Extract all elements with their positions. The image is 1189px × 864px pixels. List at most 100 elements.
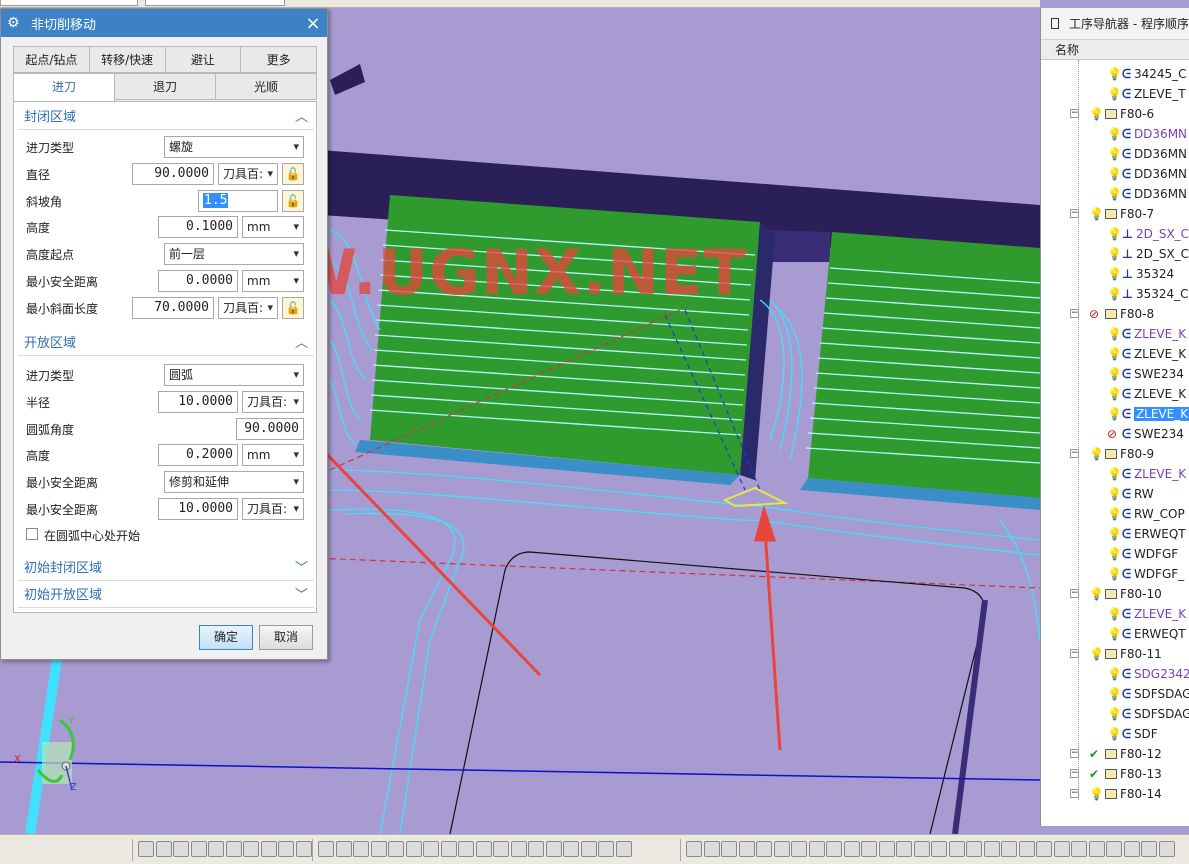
- toolbar-tool-icon[interactable]: [475, 841, 492, 857]
- closed-area-header[interactable]: 封闭区域 ︿: [18, 106, 314, 130]
- chevron-down-icon[interactable]: ﹀: [295, 557, 308, 581]
- min-ramp-length-unit-select[interactable]: 刀具百:: [218, 297, 278, 319]
- toolbar-tool-icon[interactable]: [1001, 841, 1017, 857]
- collapse-icon[interactable]: −: [1070, 749, 1079, 758]
- toolbar-tool-icon[interactable]: [738, 841, 755, 857]
- operation-node[interactable]: 💡ᕮ DD36MN: [1107, 124, 1187, 144]
- operation-node[interactable]: 💡ᕮ ZLEVE_K: [1107, 324, 1186, 344]
- gear-icon[interactable]: ⚙: [7, 15, 25, 31]
- closed-height-input[interactable]: 0.1000: [158, 216, 238, 238]
- toolbar-tool-icon[interactable]: [1088, 841, 1105, 857]
- toolbar-tool-icon[interactable]: [458, 841, 474, 857]
- toolbar-tool-icon[interactable]: [598, 841, 614, 857]
- toolbar-tool-icon[interactable]: [843, 841, 860, 857]
- initial-closed-area-header[interactable]: 初始封闭区域 ﹀: [18, 557, 314, 581]
- toolbar-tool-icon[interactable]: [318, 841, 334, 857]
- height-from-select[interactable]: 前一层: [164, 243, 304, 265]
- operation-node[interactable]: 💡ᕮ DD36MN: [1107, 164, 1187, 184]
- toolbar-tool-icon[interactable]: [615, 841, 632, 857]
- cancel-button[interactable]: 取消: [259, 625, 313, 650]
- operation-node[interactable]: 💡ᕮ ERWEQT: [1107, 624, 1186, 644]
- toolbar-tool-icon[interactable]: [208, 841, 224, 857]
- open-height-unit-select[interactable]: mm: [242, 444, 304, 466]
- operation-node[interactable]: 💡ᕮ DD36MN: [1107, 144, 1187, 164]
- operation-node[interactable]: 💡ᕮ SWE234: [1107, 364, 1184, 384]
- toolbar-tool-icon[interactable]: [388, 841, 404, 857]
- toolbar-tool-icon[interactable]: [756, 841, 772, 857]
- operation-node[interactable]: 💡ᕮ SDFSDAG: [1107, 704, 1189, 724]
- toolbar-tool-icon[interactable]: [1123, 841, 1140, 857]
- operation-node[interactable]: 💡ᕮ RW: [1107, 484, 1154, 504]
- diameter-unit-select[interactable]: 刀具百:: [218, 163, 278, 185]
- min-ramp-length-input[interactable]: 70.0000: [132, 297, 214, 319]
- open-min-clearance-mode-select[interactable]: 修剪和延伸: [164, 471, 304, 493]
- toolbar-tool-icon[interactable]: [528, 841, 544, 857]
- operation-node[interactable]: ⊘ ᕮ SWE234: [1107, 424, 1184, 444]
- tab-smoothing[interactable]: 光顺: [216, 73, 317, 100]
- operation-node[interactable]: 💡ᕮ ZLEVE_K: [1107, 404, 1189, 424]
- collapse-icon[interactable]: −: [1070, 449, 1079, 458]
- toolbar-tool-icon[interactable]: [370, 841, 387, 857]
- toolbar-tool-icon[interactable]: [1158, 841, 1175, 857]
- closed-height-unit-select[interactable]: mm: [242, 216, 304, 238]
- toolbar-tool-icon[interactable]: [948, 841, 965, 857]
- toolbar-tool-icon[interactable]: [440, 841, 457, 857]
- chevron-down-icon[interactable]: ﹀: [295, 584, 308, 608]
- operation-node[interactable]: 💡ᕮ 34245_C: [1107, 64, 1187, 84]
- toolbar-tool-icon[interactable]: [1141, 841, 1157, 857]
- toolbar-tool-icon[interactable]: [931, 841, 947, 857]
- toolbar-tool-icon[interactable]: [580, 841, 597, 857]
- toolbar-tool-icon[interactable]: [1053, 841, 1070, 857]
- program-group-node[interactable]: − ⊘ F80-8: [1070, 304, 1154, 324]
- operation-node[interactable]: 💡ᕮ ZLEVE_T: [1107, 84, 1186, 104]
- toolbar-tool-icon[interactable]: [1018, 841, 1035, 857]
- toolbar-tool-icon[interactable]: [155, 841, 172, 857]
- collapse-icon[interactable]: −: [1070, 209, 1079, 218]
- initial-open-area-header[interactable]: 初始开放区域 ﹀: [18, 584, 314, 608]
- toolbar-tool-icon[interactable]: [173, 841, 189, 857]
- operation-node[interactable]: 💡ᕮ ZLEVE_K: [1107, 384, 1186, 404]
- chevron-up-icon[interactable]: ︿: [295, 332, 308, 356]
- collapse-icon[interactable]: −: [1070, 789, 1079, 798]
- ramp-angle-input[interactable]: 1.5: [198, 190, 278, 212]
- program-group-node[interactable]: − ✔ F80-13: [1070, 764, 1162, 784]
- operation-node[interactable]: 💡⊥ 2D_SX_C: [1107, 244, 1189, 264]
- toolbar-tool-icon[interactable]: [260, 841, 277, 857]
- operation-node[interactable]: 💡ᕮ RW_COP: [1107, 504, 1185, 524]
- toolbar-tool-icon[interactable]: [138, 841, 154, 857]
- collapse-icon[interactable]: −: [1070, 589, 1079, 598]
- toolbar-tool-icon[interactable]: [861, 841, 877, 857]
- start-at-center-checkbox[interactable]: [26, 528, 38, 540]
- toolbar-tool-icon[interactable]: [773, 841, 790, 857]
- toolbar-tool-icon[interactable]: [1071, 841, 1087, 857]
- toolbar-tool-icon[interactable]: [563, 841, 579, 857]
- lock-icon[interactable]: 🔓: [282, 163, 304, 185]
- closed-min-clearance-input[interactable]: 0.0000: [158, 270, 238, 292]
- closed-engage-type-select[interactable]: 螺旋: [164, 136, 304, 158]
- program-group-node[interactable]: − 💡 F80-14: [1070, 784, 1162, 804]
- ok-button[interactable]: 确定: [199, 625, 253, 650]
- open-area-header[interactable]: 开放区域 ︿: [18, 332, 314, 356]
- toolbar-tool-icon[interactable]: [423, 841, 439, 857]
- toolbar-combo[interactable]: [0, 0, 138, 6]
- toolbar-tool-icon[interactable]: [353, 841, 369, 857]
- open-min-clearance-input[interactable]: 10.0000: [158, 498, 238, 520]
- program-group-node[interactable]: − 💡 F80-11: [1070, 644, 1162, 664]
- operation-node[interactable]: 💡ᕮ SDF: [1107, 724, 1158, 744]
- radius-unit-select[interactable]: 刀具百:: [242, 391, 304, 413]
- toolbar-tool-icon[interactable]: [335, 841, 352, 857]
- operation-node[interactable]: 💡⊥ 35324_C: [1107, 284, 1189, 304]
- tab-engage[interactable]: 进刀: [13, 73, 115, 102]
- toolbar-tool-icon[interactable]: [791, 841, 807, 857]
- tab-retract[interactable]: 退刀: [115, 73, 216, 100]
- operation-node[interactable]: 💡ᕮ SDG2342: [1107, 664, 1189, 684]
- open-engage-type-select[interactable]: 圆弧: [164, 364, 304, 386]
- tab-start-drill-point[interactable]: 起点/钻点: [13, 46, 90, 73]
- diameter-input[interactable]: 90.0000: [132, 163, 214, 185]
- toolbar-tool-icon[interactable]: [966, 841, 982, 857]
- toolbar-tool-icon[interactable]: [190, 841, 207, 857]
- toolbar-tool-icon[interactable]: [703, 841, 720, 857]
- program-group-node[interactable]: − 💡 F80-6: [1070, 104, 1154, 124]
- toolbar-tool-icon[interactable]: [721, 841, 737, 857]
- toolbar-tool-icon[interactable]: [1106, 841, 1122, 857]
